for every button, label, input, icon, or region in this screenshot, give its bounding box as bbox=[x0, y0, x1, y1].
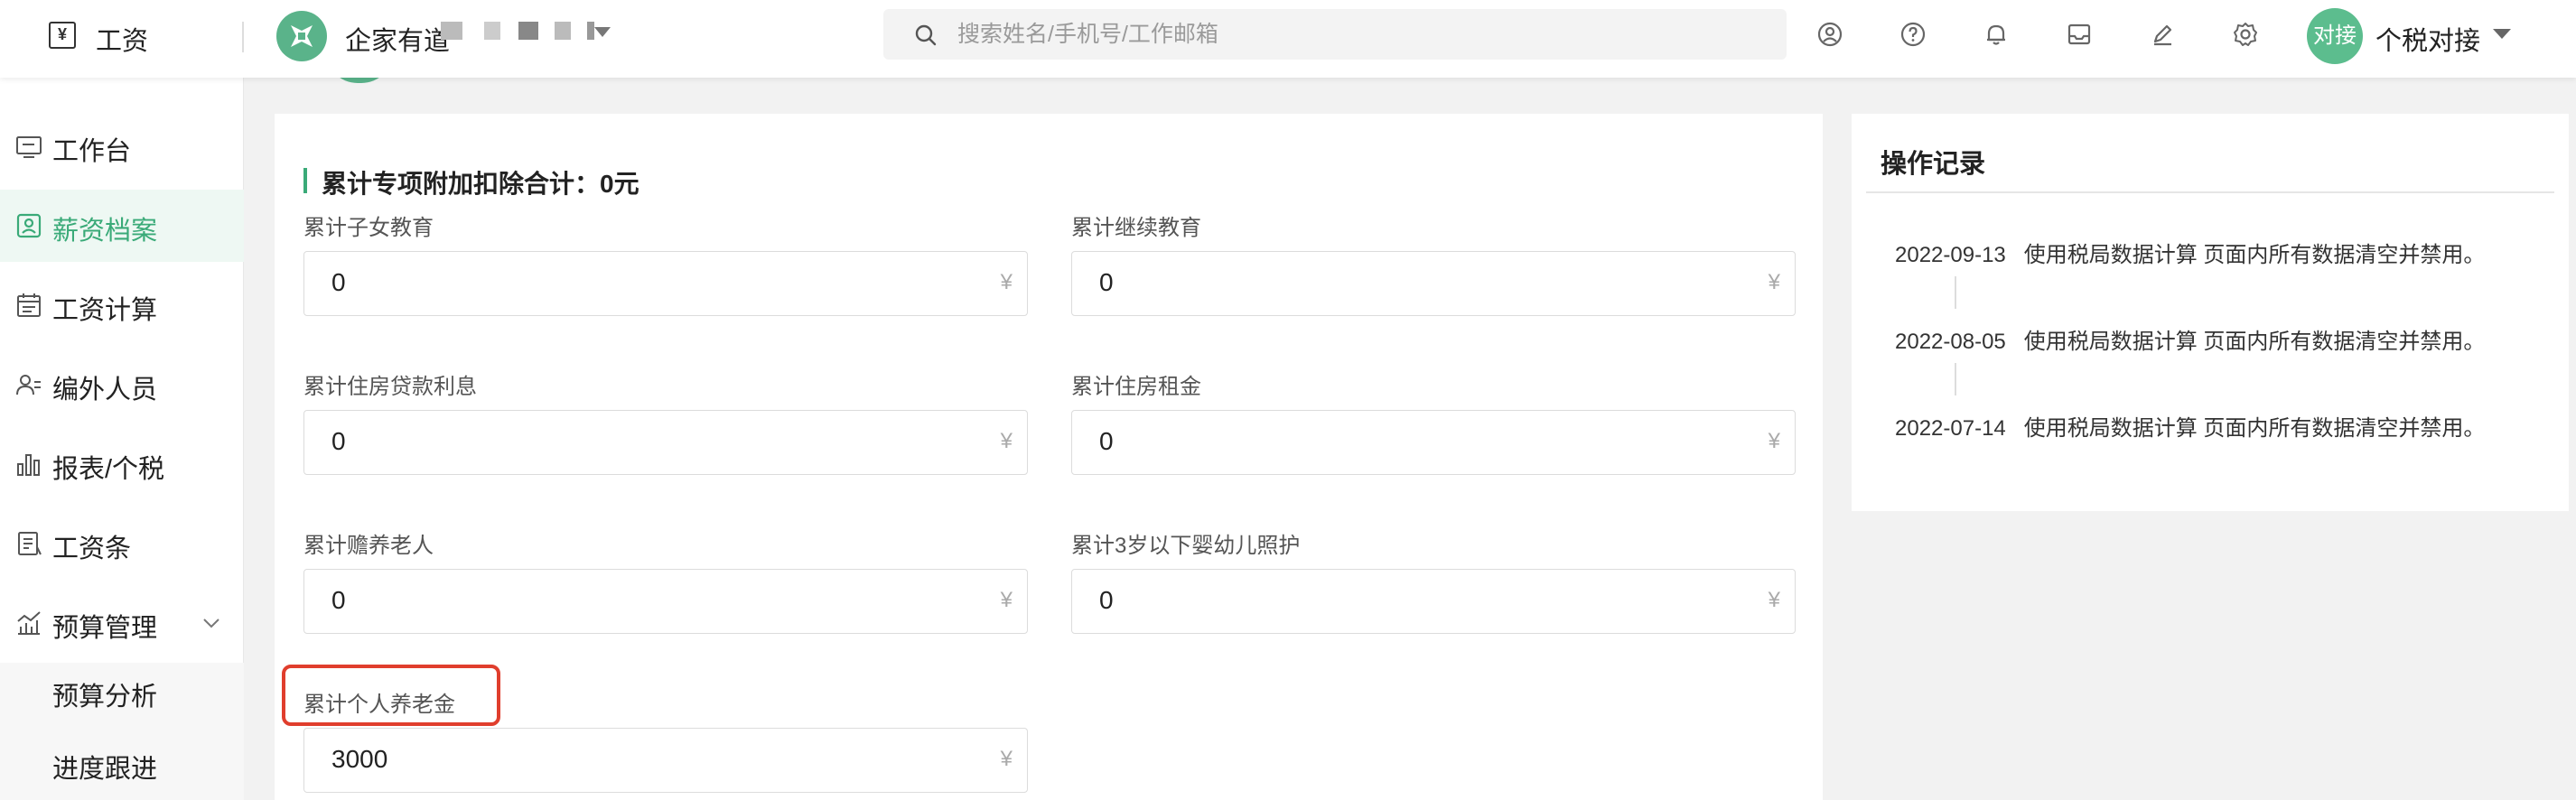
field-label-housing-rent: 累计住房租金 bbox=[1071, 375, 1201, 399]
field-value: 0 bbox=[1099, 268, 1114, 296]
top-divider bbox=[242, 22, 244, 52]
personal-pension-input[interactable]: 3000 ¥ bbox=[303, 728, 1028, 793]
sidebar-subitem-progress-tracking[interactable]: 进度跟进 bbox=[52, 748, 157, 786]
yuan-icon: ¥ bbox=[1000, 588, 1013, 612]
field-value: 0 bbox=[1099, 427, 1114, 455]
sidebar-item-payroll-calculation[interactable]: 工资计算 bbox=[0, 269, 244, 341]
yuan-icon: ¥ bbox=[1768, 270, 1780, 294]
monitor-icon bbox=[16, 136, 42, 158]
housing-loan-interest-input[interactable]: 0 ¥ bbox=[303, 410, 1028, 475]
log-connector bbox=[1955, 276, 1956, 309]
yuan-icon: ¥ bbox=[1000, 429, 1013, 453]
search-box[interactable] bbox=[883, 9, 1787, 60]
infant-care-input[interactable]: 0 ¥ bbox=[1071, 569, 1796, 634]
chevron-down-icon[interactable] bbox=[201, 612, 222, 634]
sidebar-item-budget-management[interactable]: 预算管理 bbox=[0, 587, 244, 659]
log-text: 使用税局数据计算 页面内所有数据清空并禁用。 bbox=[2023, 243, 2486, 267]
company-name[interactable]: 企家有道 bbox=[345, 20, 450, 58]
user-circle-icon[interactable] bbox=[1815, 20, 1844, 49]
sidebar-item-workbench[interactable]: 工作台 bbox=[0, 110, 244, 182]
sidebar-item-label: 编外人员 bbox=[52, 376, 158, 405]
yuan-icon: ¥ bbox=[1768, 588, 1780, 612]
divider bbox=[1866, 191, 2554, 193]
calendar-icon bbox=[17, 293, 41, 317]
gear-icon[interactable] bbox=[2231, 20, 2260, 49]
sidebar: 工作台 薪资档案 工资计算 编外人员 报表/个税 工资条 预算管理 预算分析 进… bbox=[0, 78, 244, 800]
sidebar-item-label: 报表/个税 bbox=[52, 455, 165, 484]
yuan-icon: ¥ bbox=[1000, 270, 1013, 294]
sidebar-item-payslip[interactable]: 工资条 bbox=[0, 507, 244, 580]
sidebar-item-external-staff[interactable]: 编外人员 bbox=[0, 349, 244, 421]
field-label-continuing-education: 累计继续教育 bbox=[1071, 216, 1201, 240]
log-connector bbox=[1955, 363, 1956, 395]
section-title: 累计专项附加扣除合计：0元 bbox=[322, 170, 639, 198]
bar-chart-icon bbox=[17, 454, 40, 476]
field-value: 0 bbox=[331, 268, 346, 296]
search-icon bbox=[915, 24, 937, 46]
sidebar-item-reports-tax[interactable]: 报表/个税 bbox=[0, 428, 244, 500]
avatar[interactable]: 对接 bbox=[2307, 8, 2363, 64]
housing-rent-input[interactable]: 0 ¥ bbox=[1071, 410, 1796, 475]
company-logo[interactable] bbox=[276, 11, 327, 61]
field-label-infant-care: 累计3岁以下婴幼儿照护 bbox=[1071, 534, 1301, 558]
sidebar-item-label: 预算管理 bbox=[52, 614, 158, 643]
log-entry: 2022-07-14 使用税局数据计算 页面内所有数据清空并禁用。 bbox=[1895, 410, 2485, 442]
annotation-highlight bbox=[282, 665, 500, 726]
section-accent-bar bbox=[303, 168, 307, 193]
log-text: 使用税局数据计算 页面内所有数据清空并禁用。 bbox=[2023, 416, 2486, 441]
sidebar-item-label: 薪资档案 bbox=[52, 217, 158, 246]
document-icon bbox=[18, 532, 42, 555]
sidebar-item-label: 工作台 bbox=[52, 137, 132, 166]
yuan-icon: ¥ bbox=[1000, 747, 1013, 771]
company-dropdown-caret-icon[interactable] bbox=[594, 27, 611, 37]
field-value: 0 bbox=[331, 586, 346, 614]
sidebar-item-label: 工资条 bbox=[52, 535, 132, 563]
field-label-housing-loan-interest: 累计住房贷款利息 bbox=[303, 375, 477, 399]
log-date: 2022-08-05 bbox=[1895, 330, 2006, 354]
search-input[interactable] bbox=[957, 16, 1752, 52]
budget-submenu: 预算分析 进度跟进 bbox=[0, 663, 244, 800]
deduction-form-panel: 累计专项附加扣除合计：0元 累计子女教育 0 ¥ 累计继续教育 0 ¥ 累计住房… bbox=[275, 114, 1823, 800]
help-icon[interactable] bbox=[1899, 20, 1927, 49]
top-bar: ¥ 工资 企家有道 搜索姓名/手机号/工作邮箱 对接 个税对接 bbox=[0, 0, 2576, 78]
user-dropdown-caret-icon[interactable] bbox=[2493, 29, 2511, 39]
user-name[interactable]: 个税对接 bbox=[2375, 20, 2480, 58]
people-icon bbox=[16, 375, 41, 395]
log-entry: 2022-08-05 使用税局数据计算 页面内所有数据清空并禁用。 bbox=[1895, 323, 2485, 355]
log-date: 2022-07-14 bbox=[1895, 416, 2006, 441]
continuing-education-input[interactable]: 0 ¥ bbox=[1071, 251, 1796, 316]
operation-log-panel: 操作记录 2022-09-13 使用税局数据计算 页面内所有数据清空并禁用。 20… bbox=[1852, 114, 2569, 511]
log-title: 操作记录 bbox=[1881, 150, 1986, 179]
app-icon[interactable]: ¥ bbox=[49, 22, 76, 49]
inbox-icon[interactable] bbox=[2065, 20, 2094, 49]
profile-icon bbox=[16, 213, 42, 238]
field-value: 0 bbox=[331, 427, 346, 455]
sidebar-subitem-budget-analysis[interactable]: 预算分析 bbox=[52, 675, 157, 713]
edit-icon[interactable] bbox=[2148, 20, 2177, 49]
sidebar-item-salary-profile[interactable]: 薪资档案 bbox=[0, 190, 244, 262]
elderly-support-input[interactable]: 0 ¥ bbox=[303, 569, 1028, 634]
sidebar-item-label: 工资计算 bbox=[52, 296, 158, 325]
field-label-child-education: 累计子女教育 bbox=[303, 216, 434, 240]
bell-icon[interactable] bbox=[1982, 20, 2011, 49]
field-value: 3000 bbox=[331, 745, 388, 773]
log-text: 使用税局数据计算 页面内所有数据清空并禁用。 bbox=[2023, 330, 2486, 354]
yuan-icon: ¥ bbox=[1768, 429, 1780, 453]
log-date: 2022-09-13 bbox=[1895, 243, 2006, 267]
log-entry: 2022-09-13 使用税局数据计算 页面内所有数据清空并禁用。 bbox=[1895, 237, 2485, 268]
trend-chart-icon bbox=[17, 611, 41, 635]
child-education-input[interactable]: 0 ¥ bbox=[303, 251, 1028, 316]
field-label-elderly-support: 累计赡养老人 bbox=[303, 534, 434, 558]
field-value: 0 bbox=[1099, 586, 1114, 614]
app-title[interactable]: 工资 bbox=[96, 20, 148, 58]
